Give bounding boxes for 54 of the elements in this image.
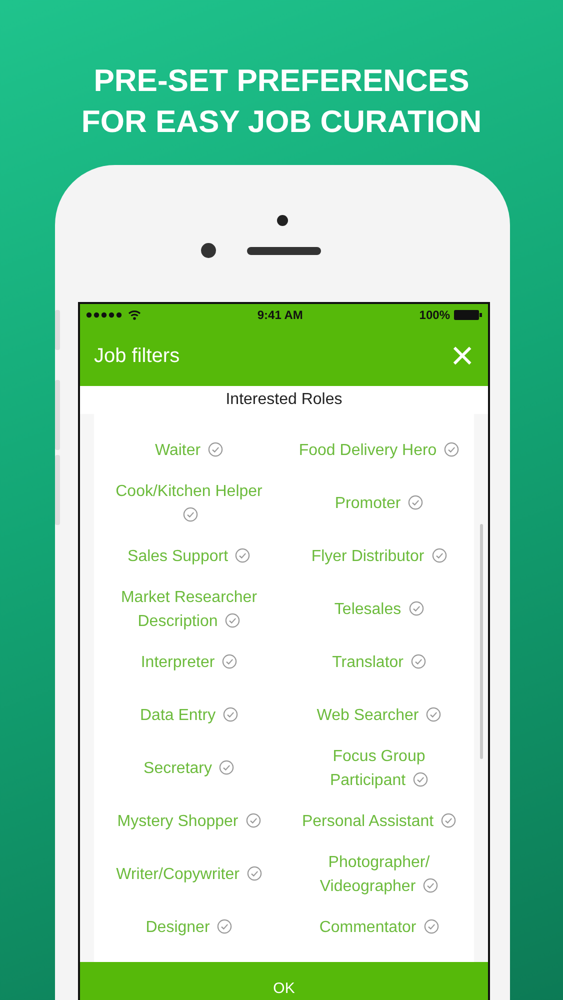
camera-icon	[201, 243, 216, 258]
status-time: 9:41 AM	[257, 307, 303, 324]
role-option[interactable]: Cook/Kitchen Helper	[106, 480, 272, 528]
signal-icon	[86, 312, 124, 318]
check-circle-icon	[225, 612, 240, 628]
role-option[interactable]: Writer/Copywriter	[116, 862, 262, 886]
close-button[interactable]: ×	[450, 336, 474, 376]
role-option[interactable]: Commentator	[319, 916, 439, 940]
check-circle-icon	[222, 654, 238, 668]
role-option[interactable]: Personal Assistant	[302, 810, 456, 834]
screen-title: Job filters	[94, 344, 180, 369]
check-circle-icon	[208, 442, 224, 456]
check-circle-icon	[432, 548, 447, 562]
ok-button[interactable]: OK	[80, 962, 488, 1000]
role-option[interactable]: Data Entry	[140, 704, 238, 728]
role-option[interactable]: Mystery Shopper	[117, 810, 261, 834]
check-circle-icon	[246, 866, 262, 880]
check-circle-icon	[408, 494, 424, 510]
check-circle-icon	[246, 812, 261, 828]
sensor-icon	[277, 215, 288, 226]
wifi-icon	[128, 310, 141, 320]
headline: FOR EASY JOB CURATION	[80, 103, 483, 141]
role-option[interactable]: Interpreter	[140, 650, 238, 674]
check-circle-icon	[219, 760, 234, 774]
check-circle-icon	[408, 600, 424, 616]
role-option[interactable]: Secretary	[144, 756, 234, 780]
role-option[interactable]: Market Researcher Description	[106, 586, 272, 634]
section-title: Interested Roles	[224, 390, 344, 410]
check-circle-icon	[223, 706, 238, 722]
check-circle-icon	[424, 918, 439, 934]
check-circle-icon	[183, 506, 198, 522]
check-circle-icon	[441, 812, 456, 828]
role-option[interactable]: Flyer Distributor	[311, 544, 447, 568]
check-circle-icon	[444, 442, 460, 456]
battery-icon	[454, 310, 482, 320]
role-option[interactable]: Telesales	[334, 598, 424, 622]
check-circle-icon	[423, 878, 438, 892]
role-option[interactable]: Sales Support	[128, 544, 250, 568]
role-option[interactable]: Waiter	[154, 438, 224, 462]
check-circle-icon	[413, 772, 428, 786]
role-option[interactable]: Food Delivery Hero	[298, 438, 460, 462]
check-circle-icon	[426, 706, 442, 722]
check-circle-icon	[410, 654, 426, 668]
role-option[interactable]: Designer	[146, 916, 232, 940]
headline: PRE-SET PREFERENCES	[92, 62, 470, 100]
role-option[interactable]: Promoter	[334, 492, 424, 516]
speaker-icon	[247, 247, 321, 255]
battery-percent: 100%	[419, 307, 450, 324]
check-circle-icon	[217, 918, 232, 934]
role-option[interactable]: Web Searcher	[316, 704, 442, 728]
role-option[interactable]: Focus Group Participant	[296, 744, 462, 792]
role-option[interactable]: Translator	[332, 650, 426, 674]
check-circle-icon	[235, 548, 250, 562]
role-option[interactable]: Photographer/ Videographer	[296, 850, 462, 898]
